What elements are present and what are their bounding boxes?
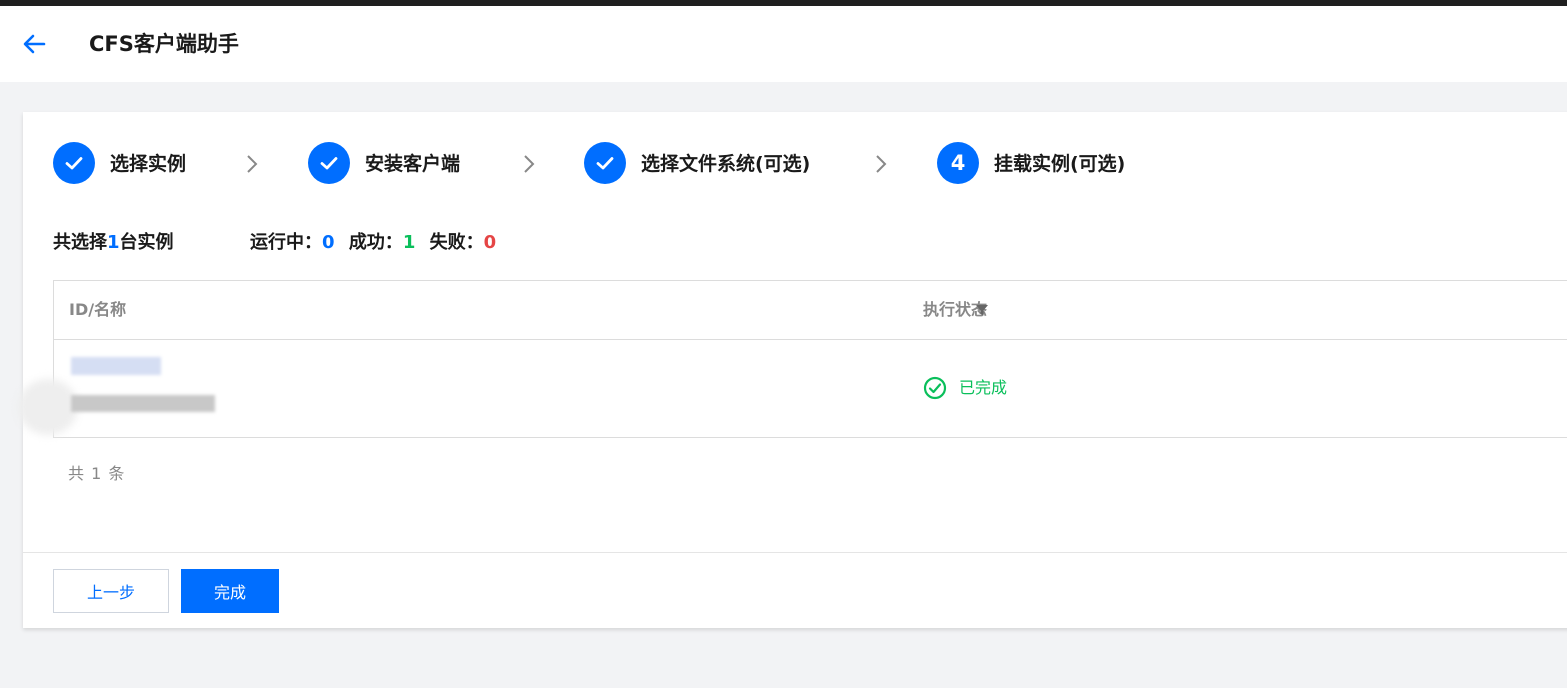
step-4-label: 挂载实例(可选): [994, 153, 1126, 175]
check-icon: [320, 157, 338, 170]
success-label: 成功：: [348, 232, 403, 253]
arrow-left-icon: [23, 34, 46, 54]
steps-bar: 选择实例 安装客户端 选择文件系统(可选) 4 挂载实例(可选): [23, 112, 1567, 212]
success-count: 1: [402, 232, 416, 253]
step-2-label: 安装客户端: [365, 153, 461, 175]
failed-label: 失败：: [429, 232, 484, 253]
failed-count: 0: [483, 232, 497, 253]
chevron-right-icon: [876, 155, 887, 173]
selected-count: 1: [107, 232, 120, 253]
step-1-label: 选择实例: [110, 153, 187, 175]
status-cell: 已完成: [923, 375, 1007, 401]
table-row: 已完成: [18, 339, 1567, 437]
column-header-id-name: ID/名称: [69, 300, 127, 319]
step-3-done-icon: [584, 142, 626, 184]
filter-icon[interactable]: [975, 303, 989, 317]
page-header: CFS客户端助手: [0, 6, 1567, 82]
footer-actions: 上一步 完成: [23, 552, 1567, 629]
page-title: CFS客户端助手: [89, 32, 239, 56]
redacted-blur: [18, 379, 78, 435]
check-icon: [596, 157, 614, 170]
check-circle-icon: [923, 376, 947, 400]
selected-summary: 共选择1台实例: [53, 230, 174, 256]
selected-prefix: 共选择: [53, 232, 107, 253]
chevron-right-icon: [524, 155, 535, 173]
status-summary: 运行中：0 成功：1 失败：0: [250, 230, 496, 256]
step-2-done-icon: [308, 142, 350, 184]
instance-name-redacted: [71, 395, 215, 412]
instance-id-redacted[interactable]: [71, 357, 161, 375]
finish-button[interactable]: 完成: [181, 569, 279, 613]
chevron-right-icon: [247, 155, 258, 173]
instances-table: ID/名称 执行状态 已完成: [18, 280, 1567, 438]
status-text: 已完成: [959, 378, 1008, 397]
check-icon: [65, 157, 83, 170]
step-3-label: 选择文件系统(可选): [641, 153, 811, 175]
table-header: ID/名称 执行状态: [54, 281, 1567, 340]
back-button[interactable]: [20, 30, 48, 58]
running-label: 运行中：: [250, 232, 322, 253]
prev-step-button[interactable]: 上一步: [53, 569, 169, 613]
step-4-number: 4: [937, 142, 979, 184]
running-count: 0: [322, 232, 335, 253]
selected-suffix: 台实例: [119, 232, 174, 253]
wizard-card: 选择实例 安装客户端 选择文件系统(可选) 4 挂载实例(可选) 共选择1台实例: [18, 112, 1567, 629]
total-count: 共 1 条: [68, 464, 126, 483]
step-1-done-icon: [53, 142, 95, 184]
